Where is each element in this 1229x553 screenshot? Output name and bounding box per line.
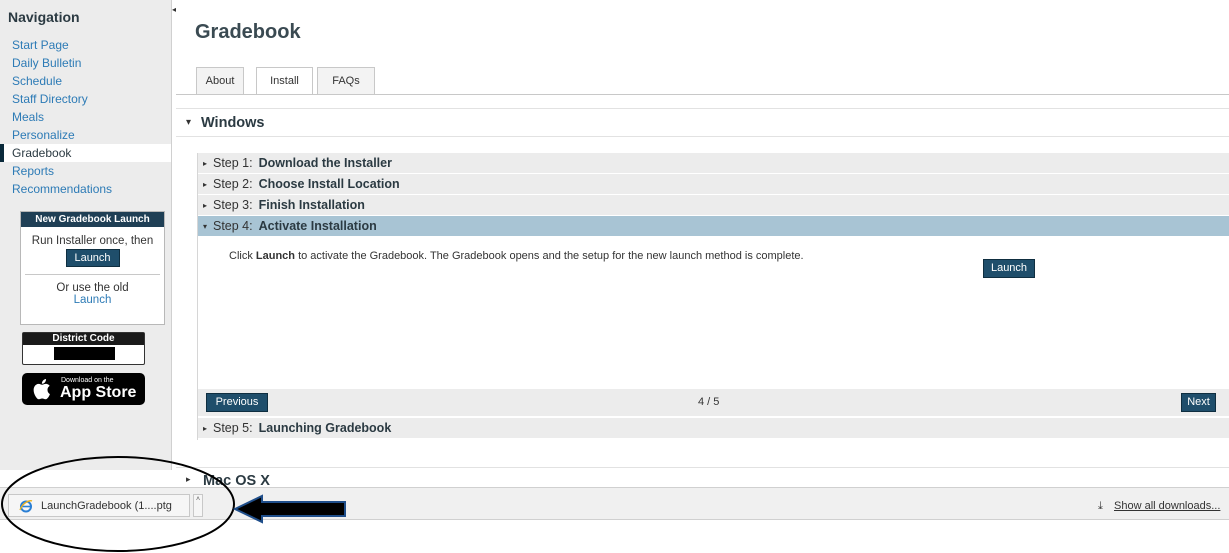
- sidebar-item-staff-directory[interactable]: Staff Directory: [0, 90, 171, 108]
- sidebar-item-gradebook[interactable]: Gradebook: [0, 144, 171, 162]
- sidebar-item-personalize[interactable]: Personalize: [0, 126, 171, 144]
- download-menu-chevron-icon[interactable]: ˄: [193, 494, 203, 517]
- tab-about[interactable]: About: [196, 67, 244, 94]
- new-gradebook-launch-box: New Gradebook Launch Run Installer once,…: [20, 211, 165, 325]
- apple-icon: [33, 379, 50, 400]
- page-title: Gradebook: [195, 21, 301, 43]
- collapse-arrow-icon: ▾: [186, 117, 192, 128]
- launch-box-alt-text: Or use the old: [56, 282, 129, 294]
- show-all-downloads-text: Show all downloads...: [1114, 500, 1221, 512]
- district-code-box: District Code: [22, 332, 145, 365]
- sidebar-item-reports[interactable]: Reports: [0, 162, 171, 180]
- sidebar-item-daily-bulletin[interactable]: Daily Bulletin: [0, 54, 171, 72]
- step-3-header[interactable]: ▸ Step 3: Finish Installation: [198, 195, 1229, 216]
- step-number: Step 1:: [213, 156, 253, 170]
- step-4-body: Click Launch to activate the Gradebook. …: [198, 237, 1229, 388]
- app-store-badge[interactable]: Download on the App Store: [22, 373, 145, 405]
- step-number: Step 4:: [213, 219, 253, 233]
- download-arrow-icon: ⤓: [1098, 500, 1103, 512]
- step-name: Launching Gradebook: [258, 421, 392, 435]
- tab-faqs[interactable]: FAQs: [317, 67, 375, 94]
- sidebar-item-recommendations[interactable]: Recommendations: [0, 180, 171, 198]
- step-name: Choose Install Location: [258, 177, 400, 191]
- launch-box-divider: [25, 274, 160, 275]
- tab-install[interactable]: Install: [256, 67, 313, 95]
- step-2-header[interactable]: ▸ Step 2: Choose Install Location: [198, 174, 1229, 195]
- tab-divider: [176, 94, 1229, 95]
- sidebar-item-schedule[interactable]: Schedule: [0, 72, 171, 90]
- download-file-name: LaunchGradebook (1....ptg: [41, 500, 172, 512]
- district-code-redacted: [54, 347, 115, 360]
- pager-count: 4 / 5: [698, 396, 720, 408]
- download-item[interactable]: LaunchGradebook (1....ptg: [8, 494, 190, 517]
- instructions-text: Click: [229, 250, 256, 262]
- ie-icon: [19, 500, 33, 513]
- step-1-header[interactable]: ▸ Step 1: Download the Installer: [198, 153, 1229, 174]
- district-code-header: District Code: [23, 333, 144, 345]
- collapse-caret-icon: ▾: [203, 221, 208, 231]
- mac-section-header[interactable]: ▸ Mac OS X: [176, 467, 1229, 489]
- downloads-bar: LaunchGradebook (1....ptg ˄ ⤓ Show all do…: [0, 487, 1229, 520]
- launch-button[interactable]: Launch: [983, 259, 1035, 278]
- launch-box-instructions: Run Installer once, then: [31, 235, 154, 247]
- navigation-title: Navigation: [8, 9, 80, 25]
- old-launch-link[interactable]: Launch: [21, 294, 164, 306]
- step-4-header[interactable]: ▾ Step 4: Activate Installation: [198, 216, 1229, 237]
- step-name: Finish Installation: [258, 198, 365, 212]
- step-number: Step 3:: [213, 198, 253, 212]
- sidebar-item-start-page[interactable]: Start Page: [0, 36, 171, 54]
- windows-section-header[interactable]: ▾ Windows: [176, 108, 1229, 137]
- next-button[interactable]: Next: [1181, 393, 1216, 412]
- show-all-downloads-link[interactable]: ⤓ Show all downloads...: [1098, 500, 1220, 513]
- sidebar-launch-button[interactable]: Launch: [65, 249, 120, 267]
- step-name: Activate Installation: [258, 219, 377, 233]
- pager-bar: Previous 4 / 5 Next: [198, 389, 1229, 416]
- windows-section-title: Windows: [201, 115, 265, 131]
- instructions-bold: Launch: [255, 250, 296, 262]
- expand-caret-icon: ▸: [203, 158, 208, 168]
- install-steps: ▸ Step 1: Download the Installer ▸ Step 2: C…: [197, 153, 1229, 440]
- expand-caret-icon: ▸: [203, 179, 208, 189]
- expand-caret-icon: ▸: [203, 200, 208, 210]
- step-4-instructions: Click Launch to activate the Gradebook. …: [229, 250, 809, 263]
- app-store-big-text: App Store: [60, 384, 137, 401]
- nav-list: Start Page Daily Bulletin Schedule Staff…: [0, 36, 171, 198]
- step-number: Step 5:: [213, 421, 253, 435]
- sidebar-collapse-icon[interactable]: ◂: [172, 4, 180, 16]
- app-store-small-text: Download on the: [61, 377, 114, 384]
- expand-arrow-icon: ▸: [186, 474, 191, 484]
- sidebar-item-meals[interactable]: Meals: [0, 108, 171, 126]
- step-5-header[interactable]: ▸ Step 5: Launching Gradebook: [198, 418, 1229, 439]
- launch-box-header: New Gradebook Launch: [21, 212, 164, 227]
- sidebar: Navigation Start Page Daily Bulletin Sch…: [0, 0, 172, 470]
- instructions-text: to activate the Gradebook. The Gradebook…: [295, 250, 804, 262]
- expand-caret-icon: ▸: [203, 423, 208, 433]
- step-name: Download the Installer: [258, 156, 392, 170]
- step-number: Step 2:: [213, 177, 253, 191]
- previous-button[interactable]: Previous: [206, 393, 268, 412]
